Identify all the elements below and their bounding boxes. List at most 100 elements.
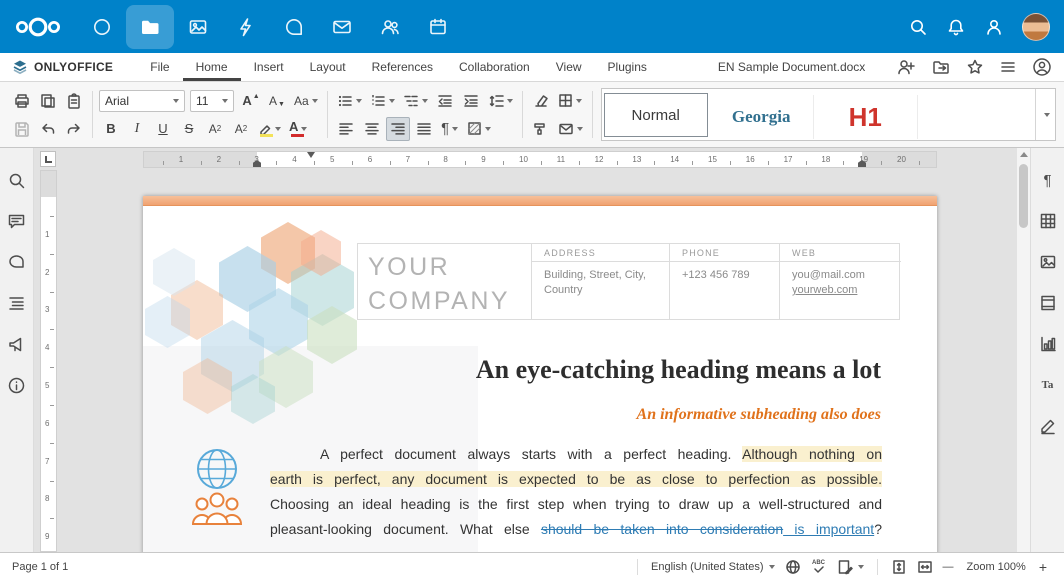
style-h1[interactable]: H1 (814, 95, 918, 139)
talk-icon (283, 16, 305, 38)
app-mail-button[interactable] (318, 5, 366, 49)
zoom-in-button[interactable]: + (1034, 556, 1052, 578)
table-settings-button[interactable] (1036, 209, 1060, 233)
font-name-select[interactable]: Arial (99, 90, 185, 112)
tab-references[interactable]: References (359, 53, 446, 81)
undo-button[interactable] (36, 117, 60, 141)
app-contacts-button[interactable] (366, 5, 414, 49)
line-spacing-button[interactable] (485, 89, 516, 113)
font-size-select[interactable]: 11 (190, 90, 234, 112)
style-normal[interactable]: Normal (604, 93, 708, 137)
style-georgia[interactable]: Georgia (710, 95, 814, 139)
subscript-button[interactable]: A2 (229, 117, 253, 141)
paste-button[interactable] (62, 89, 86, 113)
font-color-button[interactable]: A (286, 117, 310, 141)
print-button[interactable] (10, 89, 34, 113)
contacts-menu-icon[interactable] (984, 17, 1004, 37)
about-button[interactable] (5, 373, 29, 397)
favorite-star-icon[interactable] (966, 58, 984, 76)
copy-style-button[interactable] (529, 117, 553, 141)
bullet-list-button[interactable] (334, 89, 365, 113)
table-borders-button[interactable] (555, 89, 585, 113)
bold-button[interactable]: B (99, 117, 123, 141)
numbered-list-button[interactable] (367, 89, 398, 113)
decrease-indent-button[interactable] (433, 89, 457, 113)
language-selector[interactable]: English (United States) (646, 556, 780, 578)
nextcloud-logo-icon[interactable] (14, 14, 62, 40)
textart-settings-button[interactable]: Ta (1036, 373, 1060, 397)
home-toolbar: Arial 11 A▲ A▼ Aa B I U S (0, 82, 1064, 148)
search-panel-button[interactable] (5, 168, 29, 192)
horizontal-ruler[interactable]: 1234567891011121314151617181920 (143, 151, 937, 168)
save-button[interactable] (10, 117, 34, 141)
chart-settings-button[interactable] (1036, 332, 1060, 356)
highlight-color-button[interactable] (255, 117, 284, 141)
save-copy-icon[interactable] (931, 58, 951, 76)
document-language-button[interactable] (780, 556, 806, 578)
vertical-ruler[interactable]: 123456789 (40, 170, 57, 552)
copy-button[interactable] (36, 89, 60, 113)
multilevel-list-button[interactable] (400, 89, 431, 113)
document-title: EN Sample Document.docx (718, 60, 865, 74)
strikethrough-button[interactable]: S (177, 117, 201, 141)
redo-button[interactable] (62, 117, 86, 141)
italic-button[interactable]: I (125, 117, 149, 141)
styles-gallery-expand-button[interactable] (1035, 89, 1055, 140)
align-left-button[interactable] (334, 117, 358, 141)
app-activity-button[interactable] (222, 5, 270, 49)
calendar-icon (427, 16, 449, 38)
phone-header: PHONE (669, 244, 779, 262)
app-dashboard-button[interactable] (78, 5, 126, 49)
user-avatar[interactable] (1022, 13, 1050, 41)
account-icon[interactable] (1032, 57, 1052, 77)
align-justify-button[interactable] (412, 117, 436, 141)
first-line-indent-marker[interactable] (307, 152, 315, 158)
paragraph-shading-button[interactable] (464, 117, 494, 141)
signature-settings-button[interactable] (1036, 414, 1060, 438)
tab-file[interactable]: File (137, 53, 182, 81)
notifications-bell-icon[interactable] (946, 17, 966, 37)
fit-page-button[interactable] (886, 556, 912, 578)
app-files-button[interactable] (126, 5, 174, 49)
share-user-add-icon[interactable] (896, 58, 916, 76)
paragraph-settings-button[interactable]: ¶ (1036, 168, 1060, 192)
clear-style-button[interactable] (529, 89, 553, 113)
scroll-up-arrow[interactable] (1020, 152, 1028, 157)
app-photos-button[interactable] (174, 5, 222, 49)
change-case-button[interactable]: Aa (291, 89, 321, 113)
app-calendar-button[interactable] (414, 5, 462, 49)
zoom-out-button[interactable]: — (938, 556, 959, 578)
align-right-button[interactable] (386, 117, 410, 141)
tab-insert[interactable]: Insert (241, 53, 297, 81)
comments-panel-button[interactable] (5, 209, 29, 233)
chat-panel-button[interactable] (5, 250, 29, 274)
fit-width-button[interactable] (912, 556, 938, 578)
mail-merge-button[interactable] (555, 117, 586, 141)
superscript-button[interactable]: A2 (203, 117, 227, 141)
tab-plugins[interactable]: Plugins (595, 53, 660, 81)
tab-home[interactable]: Home (183, 53, 241, 81)
hamburger-menu-icon[interactable] (999, 59, 1017, 75)
tab-layout[interactable]: Layout (297, 53, 359, 81)
track-changes-button[interactable] (832, 556, 869, 578)
align-center-button[interactable] (360, 117, 384, 141)
tab-collaboration[interactable]: Collaboration (446, 53, 543, 81)
headerfooter-settings-button[interactable] (1036, 291, 1060, 315)
tab-view[interactable]: View (543, 53, 595, 81)
feedback-button[interactable] (5, 332, 29, 356)
nonprinting-characters-button[interactable]: ¶ (438, 117, 462, 141)
image-settings-button[interactable] (1036, 250, 1060, 274)
decrement-font-button[interactable]: A▼ (265, 89, 289, 113)
spellcheck-button[interactable]: ABC (806, 556, 832, 578)
tab-stop-selector[interactable] (40, 151, 56, 167)
document-page[interactable]: YOUR COMPANY ADDRESS PHONE WEB Building,… (143, 196, 937, 566)
increase-indent-button[interactable] (459, 89, 483, 113)
vertical-scrollbar[interactable] (1016, 148, 1030, 552)
statusbar: Page 1 of 1 English (United States) ABC … (0, 552, 1064, 580)
underline-button[interactable]: U (151, 117, 175, 141)
scrollbar-thumb[interactable] (1019, 164, 1028, 228)
navigation-panel-button[interactable] (5, 291, 29, 315)
app-talk-button[interactable] (270, 5, 318, 49)
global-search-icon[interactable] (908, 17, 928, 37)
increment-font-button[interactable]: A▲ (239, 89, 263, 113)
